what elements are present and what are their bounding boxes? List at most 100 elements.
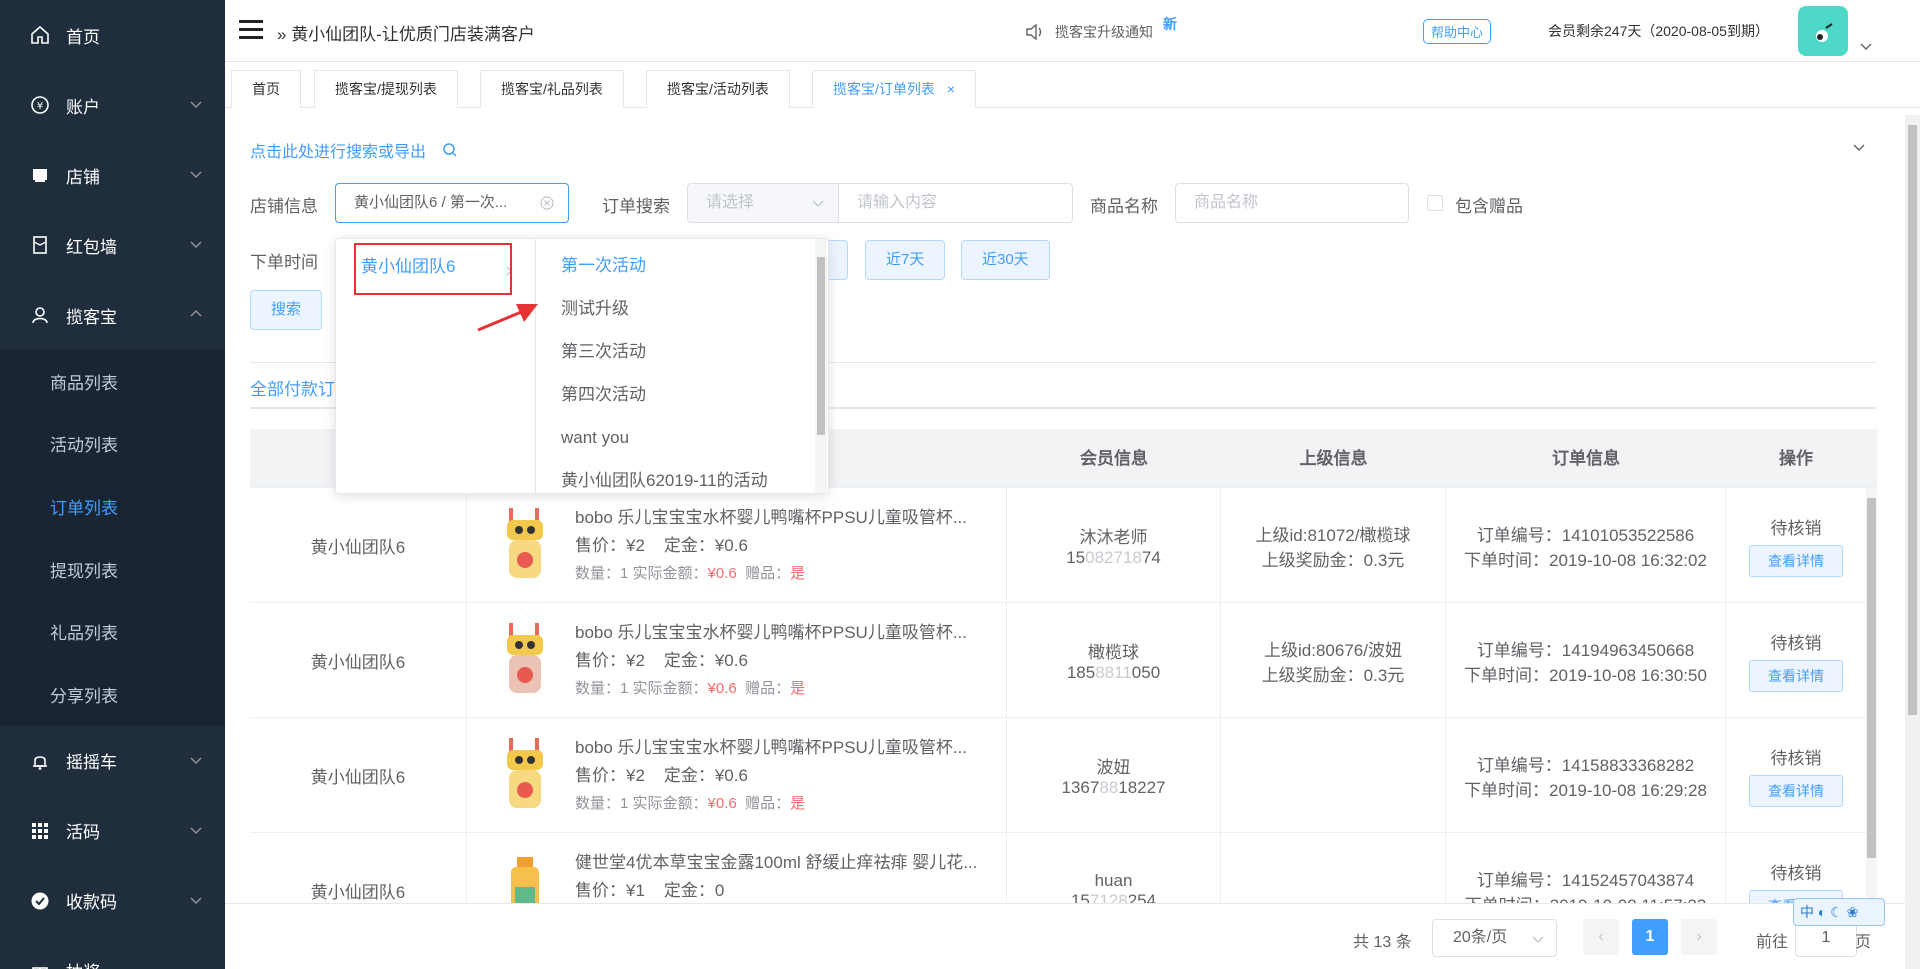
- sidebar-item-account[interactable]: ¥ 账户: [0, 70, 225, 140]
- bell-icon: [30, 751, 50, 771]
- search-button[interactable]: 搜索: [250, 290, 323, 330]
- tab-activity-list[interactable]: 揽客宝/活动列表: [646, 70, 790, 108]
- order-cell: 订单编号：14194963450668 下单时间：2019-10-08 16:3…: [1446, 603, 1726, 718]
- chevron-down-icon: [190, 827, 202, 834]
- gift-value: 是: [790, 565, 806, 582]
- chevron-down-icon[interactable]: [1852, 140, 1866, 154]
- product-info: bobo 乐儿宝宝宝水杯婴儿鸭嘴杯PPSU儿童吸管杯... 售价：¥2 定金：¥…: [575, 734, 985, 818]
- gift-label: 赠品：: [745, 795, 791, 812]
- last-7-days-button[interactable]: 近7天: [865, 240, 946, 280]
- pagination-bar: 共 13 条 20条/页 ‹ 1 › 前往 1 页: [225, 903, 1920, 969]
- search-toggle-link[interactable]: 点击此处进行搜索或导出: [250, 138, 458, 162]
- store-cell: 黄小仙团队6: [250, 603, 467, 718]
- cascader-option[interactable]: want you: [536, 416, 828, 459]
- total-count: 共 13 条: [1353, 934, 1412, 951]
- close-icon[interactable]: ×: [947, 81, 955, 97]
- order-number: 订单编号：14101053522586: [1476, 525, 1695, 545]
- parent-reward: 上级奖励金：0.3元: [1261, 665, 1405, 685]
- gift-value: 是: [790, 795, 806, 812]
- product-price: 售价：¥1: [575, 881, 645, 900]
- tab-home[interactable]: 首页: [231, 70, 301, 108]
- cascader-option[interactable]: 黄小仙团队62019-11的活动: [536, 459, 828, 493]
- sidebar-item-shoukuanma[interactable]: 收款码: [0, 866, 225, 936]
- tab-gift-list[interactable]: 揽客宝/礼品列表: [480, 70, 624, 108]
- tab-all-paid-orders[interactable]: 全部付款订: [250, 375, 335, 400]
- page-size-select[interactable]: 20条/页: [1432, 919, 1557, 957]
- member-phone-masked: 7128: [1089, 890, 1128, 904]
- order-cell: 订单编号：14158833368282 下单时间：2019-10-08 16:2…: [1446, 718, 1726, 833]
- member-phone-masked: 88: [1099, 778, 1119, 797]
- view-detail-button[interactable]: 查看详情: [1749, 660, 1843, 692]
- search-toggle-label: 点击此处进行搜索或导出: [250, 144, 427, 161]
- sidebar-item-gift-list[interactable]: 礼品列表: [0, 600, 225, 663]
- order-search-input[interactable]: 请输入内容: [838, 183, 1073, 223]
- sidebar-item-label: 红包墙: [66, 237, 117, 257]
- avatar[interactable]: [1798, 6, 1848, 56]
- product-info: bobo 乐儿宝宝宝水杯婴儿鸭嘴杯PPSU儿童吸管杯... 售价：¥2 定金：¥…: [575, 504, 985, 588]
- sidebar: 首页 ¥ 账户 店铺 红包墙 揽客宝 商品列表 活动列表 订单列表 提现列表 礼…: [0, 0, 225, 969]
- cascader-option[interactable]: 测试升级: [536, 287, 828, 330]
- store-cascader-input[interactable]: 黄小仙团队6 / 第一次...: [335, 183, 569, 223]
- member-phone-visible: 185: [1066, 663, 1096, 682]
- tab-withdraw-list[interactable]: 揽客宝/提现列表: [314, 70, 458, 108]
- sidebar-item-order-list[interactable]: 订单列表: [0, 475, 225, 538]
- store-cell: 黄小仙团队6: [250, 488, 467, 603]
- sidebar-item-redpacket[interactable]: 红包墙: [0, 210, 225, 280]
- redpacket-icon: [30, 235, 50, 255]
- sidebar-item-lankebao[interactable]: 揽客宝: [0, 280, 225, 350]
- order-number: 订单编号：14152457043874: [1476, 870, 1695, 890]
- store-cell: 黄小仙团队6: [250, 833, 467, 903]
- page-scrollbar[interactable]: [1905, 115, 1920, 969]
- view-detail-button[interactable]: 查看详情: [1749, 775, 1843, 807]
- cascader-scrollbar[interactable]: [815, 239, 827, 493]
- next-page-button[interactable]: ›: [1681, 919, 1717, 955]
- member-phone-visible: 1367: [1061, 778, 1100, 797]
- sidebar-item-product-list[interactable]: 商品列表: [0, 350, 225, 413]
- include-gift-checkbox[interactable]: [1427, 195, 1443, 211]
- parent-reward: 上级奖励金：0.3元: [1261, 550, 1405, 570]
- cascader-option[interactable]: 第三次活动: [536, 330, 828, 373]
- last-30-days-button[interactable]: 近30天: [961, 240, 1050, 280]
- sidebar-item-yaoyaoche[interactable]: 摇摇车: [0, 726, 225, 796]
- store-value: 黄小仙团队6 / 第一次...: [354, 194, 508, 211]
- sidebar-item-huoma[interactable]: 活码: [0, 796, 225, 866]
- help-center-button[interactable]: 帮助中心: [1423, 19, 1492, 44]
- chevron-down-icon: [190, 171, 202, 179]
- member-phone-visible: 18227: [1118, 778, 1166, 797]
- product-price: 售价：¥2: [575, 651, 645, 670]
- member-phone-masked: 082718: [1085, 548, 1142, 567]
- cascader-option[interactable]: 第四次活动: [536, 373, 828, 416]
- chevron-down-icon[interactable]: [1860, 40, 1872, 52]
- sidebar-item-withdraw-list[interactable]: 提现列表: [0, 538, 225, 601]
- gift-value: 是: [790, 680, 806, 697]
- header-order: 订单信息: [1552, 449, 1620, 468]
- product-image: [507, 623, 543, 693]
- product-deposit: 定金：¥0.6: [663, 536, 748, 555]
- sidebar-item-store[interactable]: 店铺: [0, 140, 225, 210]
- member-phone-masked: 8811: [1095, 663, 1132, 682]
- yen-icon: ¥: [30, 95, 50, 115]
- sidebar-item-home[interactable]: 首页: [0, 0, 225, 70]
- tab-order-list[interactable]: 揽客宝/订单列表 ×: [812, 70, 977, 108]
- annotation-highlight-box: [354, 243, 512, 295]
- table-scrollbar[interactable]: [1866, 488, 1877, 903]
- order-cell: 订单编号：14101053522586 下单时间：2019-10-08 16:3…: [1446, 488, 1726, 603]
- upgrade-notice[interactable]: 揽客宝升级通知 新: [1025, 16, 1177, 42]
- sidebar-item-activity-list[interactable]: 活动列表: [0, 413, 225, 476]
- view-detail-button[interactable]: 查看详情: [1749, 545, 1843, 577]
- prev-page-button[interactable]: ‹: [1583, 919, 1619, 955]
- menu-toggle-icon[interactable]: [239, 20, 263, 40]
- product-name-input[interactable]: 商品名称: [1175, 183, 1409, 223]
- speaker-icon: [1026, 23, 1042, 41]
- product-name: bobo 乐儿宝宝宝水杯婴儿鸭嘴杯PPSU儿童吸管杯...: [575, 623, 968, 642]
- check-circle-icon: [30, 891, 50, 911]
- sidebar-item-share-list[interactable]: 分享列表: [0, 663, 225, 726]
- actual-amount: ¥0.6: [707, 565, 737, 582]
- sidebar-item-lottery[interactable]: 抽奖: [0, 936, 225, 969]
- order-search-select[interactable]: 请选择: [687, 183, 839, 223]
- cascader-option[interactable]: 第一次活动: [536, 244, 828, 287]
- page-number-current[interactable]: 1: [1632, 919, 1668, 955]
- clear-icon[interactable]: [540, 196, 554, 210]
- ime-toolbar[interactable]: 中 ◐ ☾ ❀: [1793, 898, 1885, 926]
- include-gift-label[interactable]: 包含赠品: [1455, 192, 1523, 217]
